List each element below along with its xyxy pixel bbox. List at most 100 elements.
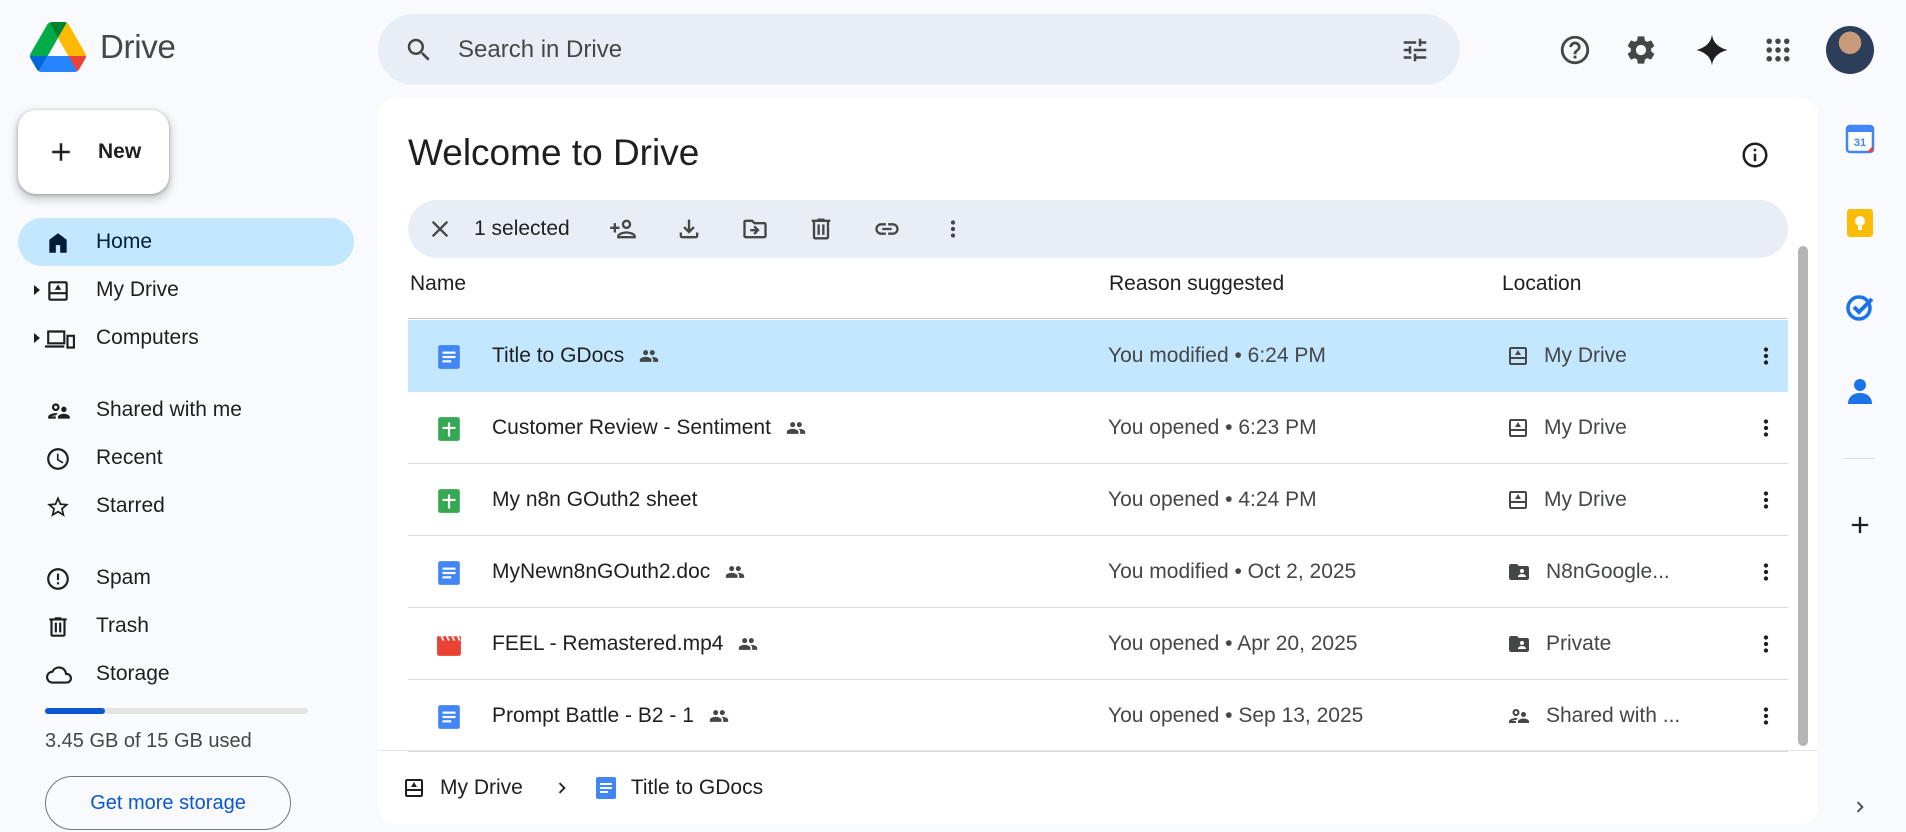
google-docs-icon <box>436 344 462 370</box>
more-options-icon[interactable] <box>1746 552 1786 592</box>
nav-item-label: Shared with me <box>96 398 242 421</box>
search-options-icon[interactable] <box>1400 35 1430 65</box>
nav-item-label: Trash <box>96 614 149 637</box>
cloud-icon <box>45 662 73 688</box>
shared-people-icon <box>722 562 748 582</box>
tasks-icon[interactable] <box>1843 290 1877 324</box>
reason-suggested: You modified • 6:24 PM <box>1108 343 1326 367</box>
download-icon[interactable] <box>656 207 722 251</box>
file-name: Prompt Battle - B2 - 1 <box>492 703 694 727</box>
file-name-cell: Prompt Battle - B2 - 1 <box>492 704 732 728</box>
google-sheets-icon <box>436 488 462 514</box>
reason-suggested: You opened • Sep 13, 2025 <box>1108 703 1364 727</box>
file-row[interactable]: Title to GDocs You modified • 6:24 PM My D… <box>408 320 1788 392</box>
nav-item-label: Spam <box>96 566 151 589</box>
location-cell[interactable]: Shared with ... <box>1506 704 1680 728</box>
nav-item-label: Computers <box>96 326 199 349</box>
file-row[interactable]: Prompt Battle - B2 - 1 You opened • Sep 1… <box>408 680 1788 752</box>
search-icon[interactable] <box>404 35 434 65</box>
nav-item-label: Starred <box>96 494 165 517</box>
nav-item-shared-with-me[interactable]: Shared with me <box>18 386 354 434</box>
location-cell[interactable]: N8nGoogle... <box>1506 560 1670 584</box>
search-input[interactable]: Search in Drive <box>458 36 1400 64</box>
expand-caret-icon[interactable] <box>32 284 42 296</box>
close-icon[interactable] <box>426 215 454 243</box>
scrollbar-thumb[interactable] <box>1798 246 1808 746</box>
location-cell[interactable]: My Drive <box>1506 416 1627 440</box>
share-add-person-icon[interactable] <box>590 207 656 251</box>
shared-people-icon <box>636 346 662 366</box>
get-more-storage-button[interactable]: Get more storage <box>45 776 291 830</box>
nav-item-label: Home <box>96 230 153 253</box>
file-row[interactable]: MyNewn8nGOuth2.doc You modified • Oct 2, … <box>408 536 1788 608</box>
plus-icon <box>46 137 76 167</box>
more-options-icon[interactable] <box>1746 696 1786 736</box>
breadcrumb-file[interactable]: Title to GDocs <box>595 776 763 800</box>
breadcrumb-my-drive[interactable]: My Drive <box>402 776 523 800</box>
file-row[interactable]: FEEL - Remastered.mp4 You opened • Apr 20… <box>408 608 1788 680</box>
add-addon-plus-icon[interactable] <box>1843 508 1877 542</box>
google-sheets-icon <box>436 416 462 442</box>
new-button[interactable]: New <box>18 110 169 194</box>
breadcrumb-label: Title to GDocs <box>630 775 764 799</box>
nav-item-storage[interactable]: Storage <box>18 650 354 698</box>
contacts-icon[interactable] <box>1843 374 1877 408</box>
nav-item-home[interactable]: Home <box>18 218 354 266</box>
more-options-icon[interactable] <box>1746 624 1786 664</box>
calendar-icon[interactable]: 31 <box>1843 122 1877 156</box>
move-to-folder-icon[interactable] <box>722 207 788 251</box>
location-cell[interactable]: My Drive <box>1506 488 1627 512</box>
more-options-icon[interactable] <box>1746 408 1786 448</box>
location-label: My Drive <box>1544 343 1627 367</box>
file-name-cell: FEEL - Remastered.mp4 <box>492 632 761 656</box>
my-drive-icon <box>402 776 426 800</box>
file-row[interactable]: My n8n GOuth2 sheet You opened • 4:24 PM M… <box>408 464 1788 536</box>
more-options-icon[interactable] <box>1746 480 1786 520</box>
account-avatar[interactable] <box>1826 26 1874 74</box>
nav-item-computers[interactable]: Computers <box>18 314 354 362</box>
location-label: My Drive <box>1544 487 1627 511</box>
chevron-right-icon <box>551 777 573 799</box>
nav-item-spam[interactable]: Spam <box>18 554 354 602</box>
file-name: Customer Review - Sentiment <box>492 415 771 439</box>
location-cell[interactable]: Private <box>1506 632 1611 656</box>
drive-logo-icon <box>30 22 86 72</box>
nav-item-my-drive[interactable]: My Drive <box>18 266 354 314</box>
info-icon[interactable] <box>1740 140 1770 170</box>
nav-item-trash[interactable]: Trash <box>18 602 354 650</box>
location-label: N8nGoogle... <box>1546 559 1670 583</box>
scrollbar[interactable] <box>1798 246 1808 746</box>
trash-icon <box>45 614 71 640</box>
video-file-icon <box>436 632 462 658</box>
nav-item-recent[interactable]: Recent <box>18 434 354 482</box>
google-docs-icon <box>595 776 617 800</box>
delete-trash-icon[interactable] <box>788 207 854 251</box>
nav-item-starred[interactable]: Starred <box>18 482 354 530</box>
more-options-icon[interactable] <box>1746 336 1786 376</box>
expand-caret-icon[interactable] <box>32 332 42 344</box>
gemini-sparkle-icon[interactable] <box>1690 28 1734 72</box>
storage-usage-text: 3.45 GB of 15 GB used <box>45 730 252 752</box>
file-name: MyNewn8nGOuth2.doc <box>492 559 711 583</box>
shared-folder-icon <box>1506 560 1532 584</box>
drive-logo[interactable]: Drive <box>30 22 176 72</box>
settings-gear-icon[interactable] <box>1619 28 1663 72</box>
file-name: Title to GDocs <box>492 343 625 367</box>
file-row[interactable]: Customer Review - Sentiment You opened • … <box>408 392 1788 464</box>
copy-link-icon[interactable] <box>854 207 920 251</box>
search-bar[interactable]: Search in Drive <box>378 14 1460 85</box>
shared-people-icon <box>783 418 809 438</box>
location-cell[interactable]: My Drive <box>1506 344 1627 368</box>
more-actions-icon[interactable] <box>920 207 986 251</box>
column-header-name[interactable]: Name <box>410 272 466 296</box>
nav-item-label: Storage <box>96 662 170 685</box>
computers-icon <box>45 326 75 352</box>
chevron-right-icon[interactable] <box>1843 790 1877 824</box>
reason-suggested: You opened • 6:23 PM <box>1108 415 1317 439</box>
keep-icon[interactable] <box>1843 206 1877 240</box>
apps-grid-icon[interactable] <box>1756 28 1800 72</box>
help-icon[interactable] <box>1553 28 1597 72</box>
side-panel-divider <box>1843 458 1875 459</box>
google-docs-icon <box>436 704 462 730</box>
main-content: Welcome to Drive 1 selected Name Reason … <box>378 98 1818 824</box>
